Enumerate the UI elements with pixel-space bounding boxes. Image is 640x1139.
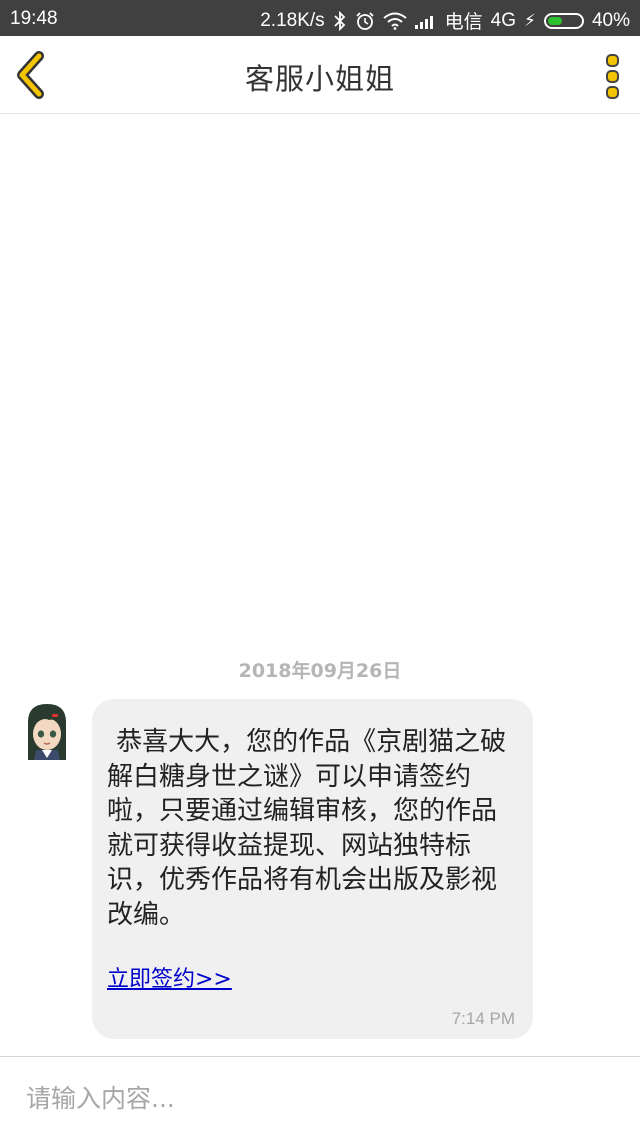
chat-header: 客服小姐姐: [0, 36, 640, 114]
wifi-icon: [383, 12, 407, 30]
network-speed: 2.18K/s: [260, 9, 325, 31]
more-button[interactable]: [600, 52, 626, 102]
status-bar: 19:48 2.18K/s 电信 4G ⚡ 40%: [0, 0, 640, 36]
date-separator: 2018年09月26日: [238, 660, 402, 682]
more-vertical-icon: [606, 54, 619, 99]
alarm-icon: [356, 11, 374, 30]
charging-icon: ⚡: [524, 10, 536, 30]
message-input[interactable]: [24, 1075, 618, 1121]
input-bar: [0, 1056, 640, 1139]
message-timestamp: 7:14 PM: [451, 1009, 515, 1028]
message-bubble: 恭喜大大，您的作品《京剧猫之破解白糖身世之谜》可以申请签约啦，只要通过编辑审核，…: [92, 699, 533, 1039]
signal-icon: [414, 15, 433, 29]
battery-icon: [543, 12, 584, 29]
status-time: 19:48: [10, 8, 58, 29]
battery-fill: [547, 16, 563, 25]
page-title: 客服小姐姐: [244, 62, 395, 96]
message-text: 恭喜大大，您的作品《京剧猫之破解白糖身世之谜》可以申请签约啦，只要通过编辑审核，…: [107, 727, 507, 930]
status-right-group: 2.18K/s 电信 4G ⚡ 40%: [252, 7, 630, 34]
network-type: 4G: [490, 9, 517, 31]
carrier-name: 电信: [444, 12, 483, 33]
agent-avatar-icon: [28, 704, 66, 760]
sign-contract-link[interactable]: 立即签约>>: [107, 961, 232, 993]
bluetooth-icon: [334, 10, 345, 31]
avatar[interactable]: [22, 702, 72, 762]
battery-percent: 40%: [591, 9, 630, 31]
